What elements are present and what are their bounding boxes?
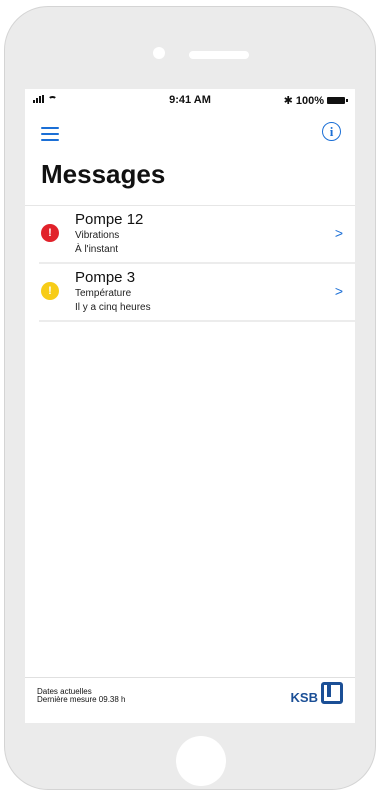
last-measurement: Dernière mesure 09.38 h [37,695,126,704]
battery-icon [327,97,348,104]
message-time: À l'instant [75,244,119,255]
bluetooth-icon: ✱ [283,95,293,107]
alert-icon: ! [41,224,59,242]
page-title: Messages [41,159,166,189]
message-item-pompe-3[interactable]: ! Pompe 3 Température Il y a cinq heures… [39,264,355,322]
warning-icon: ! [41,282,59,300]
message-item-pompe-12[interactable]: ! Pompe 12 Vibrations À l'instant > [39,206,355,264]
info-icon[interactable]: i [322,122,341,141]
hamburger-icon[interactable] [41,127,59,141]
ksb-mark-icon [321,682,343,704]
camera-dot [153,47,165,59]
message-title: Pompe 12 [75,211,144,228]
app-screen: 9:41 AM ✱ 100% i Messages ! Pompe 12 Vib… [25,89,355,723]
battery-percent: 100% [295,94,324,107]
chevron-right-icon: > [334,283,343,299]
logo-text: KSB [290,690,318,705]
speaker-slot [189,51,249,59]
status-right: ✱ 100% [283,94,348,107]
message-title: Pompe 3 [75,269,136,286]
home-button[interactable] [176,736,226,786]
ksb-logo: KSB [291,682,343,704]
message-list: ! Pompe 12 Vibrations À l'instant > ! Po… [25,205,355,322]
phone-frame: 9:41 AM ✱ 100% i Messages ! Pompe 12 Vib… [4,6,376,790]
status-bar: 9:41 AM ✱ 100% [25,93,355,109]
message-time: Il y a cinq heures [75,302,151,313]
message-subtitle: Vibrations [75,230,120,241]
message-subtitle: Température [75,288,132,299]
footer: Dates actuelles Dernière mesure 09.38 h … [25,677,355,723]
chevron-right-icon: > [334,225,343,241]
